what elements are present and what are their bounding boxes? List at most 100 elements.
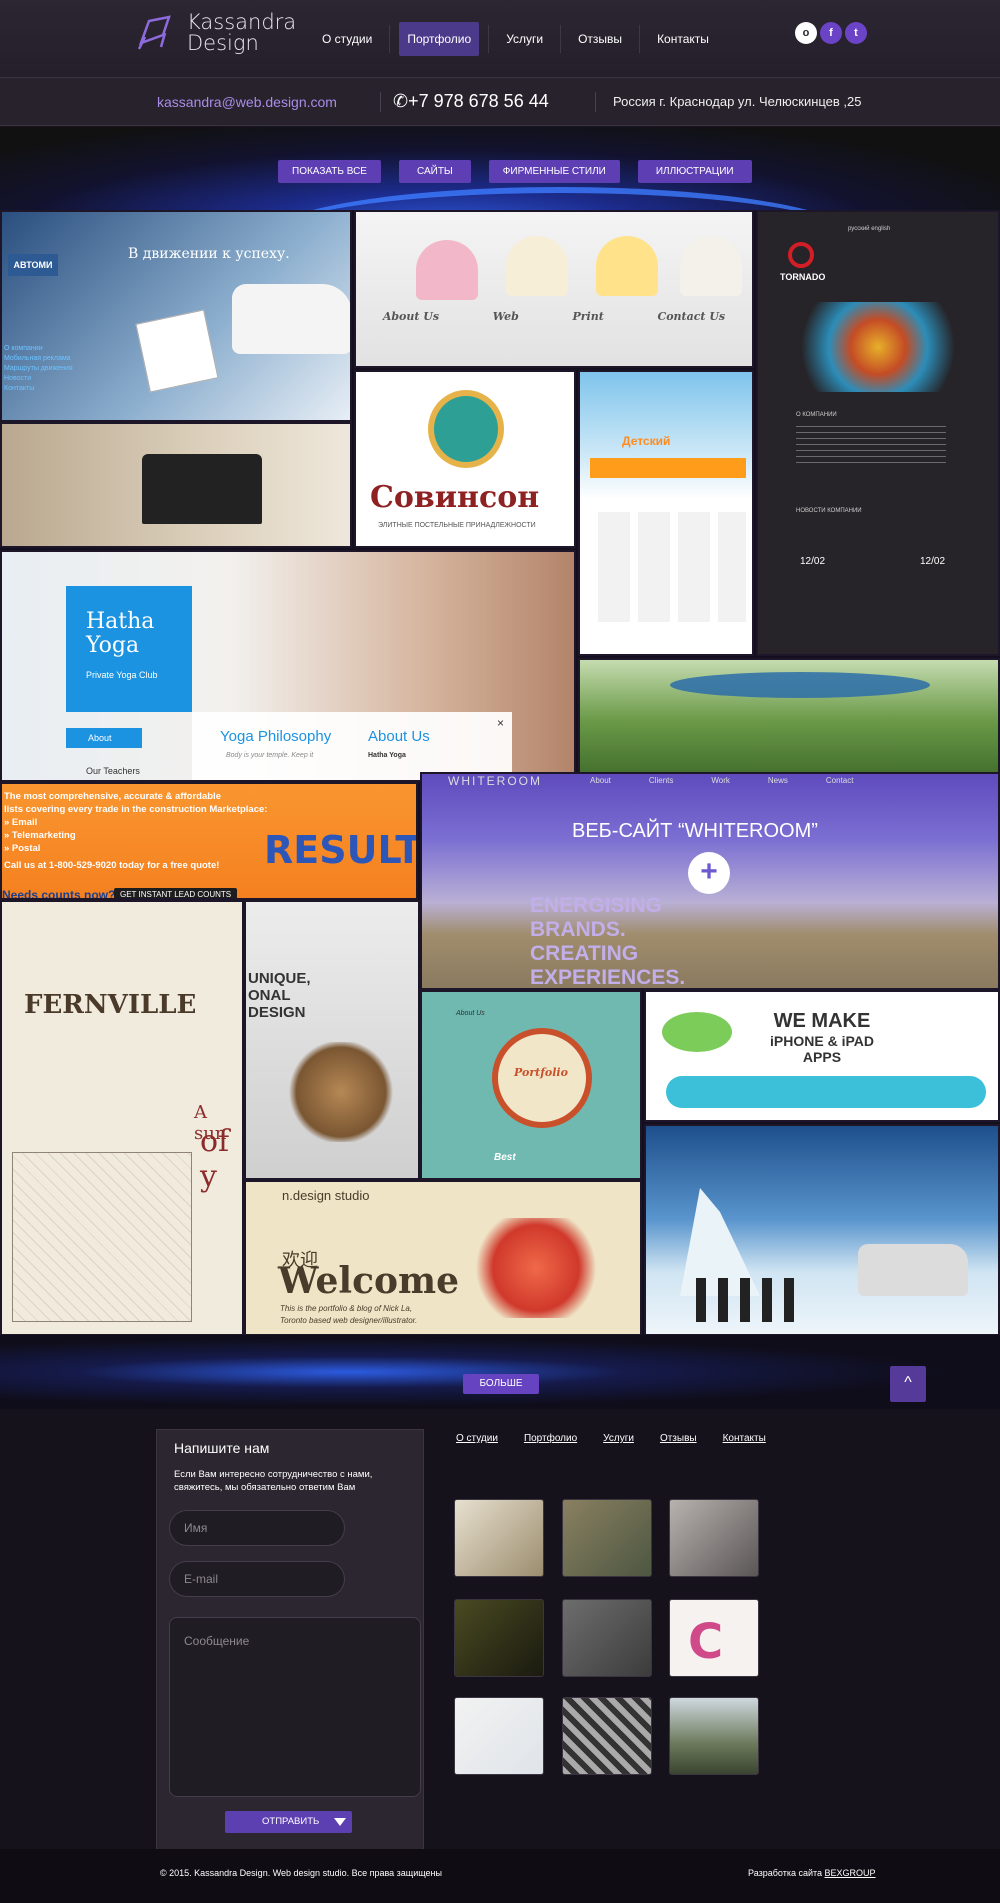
odnoklassniki-icon[interactable]: о bbox=[795, 22, 817, 44]
portfolio-item-results[interactable]: The most comprehensive, accurate & affor… bbox=[0, 782, 418, 900]
portfolio-item-forest-banner[interactable] bbox=[578, 658, 1000, 782]
contact-form: Напишите нам Если Вам интересно сотрудни… bbox=[156, 1429, 424, 1859]
portfolio-item-octopus[interactable]: UNIQUE, ONAL DESIGN bbox=[244, 900, 420, 1180]
filter-brand-identity[interactable]: ФИРМЕННЫЕ СТИЛИ bbox=[488, 160, 620, 183]
lead-counts-button[interactable]: GET INSTANT LEAD COUNTS bbox=[114, 888, 238, 898]
gallery-thumb[interactable] bbox=[562, 1599, 652, 1677]
nav-item-portfolio[interactable]: Портфолио bbox=[399, 22, 480, 56]
gallery-thumb[interactable] bbox=[669, 1499, 759, 1577]
menu-link[interactable]: Мобильная реклама bbox=[4, 354, 73, 364]
chair-logo-icon bbox=[137, 15, 171, 50]
nav-item-studio[interactable]: О студии bbox=[314, 22, 380, 56]
portfolio-item-whiteroom[interactable]: WHITEROOM About Clients Work News Contac… bbox=[420, 772, 1000, 990]
gallery-thumb[interactable] bbox=[562, 1499, 652, 1577]
portfolio-item-retro-badges[interactable]: Portfolio About Us Best bbox=[420, 990, 642, 1180]
avtomir-logo: АВТОМИ bbox=[8, 254, 58, 276]
results-needs: Needs counts now? bbox=[2, 888, 116, 900]
cupcake-labels: About Us Web Print Contact Us bbox=[356, 310, 752, 323]
iphone-line: APPS bbox=[802, 1049, 842, 1065]
gallery-thumb[interactable] bbox=[669, 1697, 759, 1775]
whiteroom-nav-item[interactable]: Contact bbox=[826, 776, 854, 785]
hatha-about-button[interactable]: About bbox=[66, 728, 142, 748]
footer-nav-portfolio[interactable]: Портфолио bbox=[524, 1433, 577, 1444]
nav-item-reviews[interactable]: Отзывы bbox=[570, 22, 630, 56]
portfolio-item-cupcakes[interactable]: About Us Web Print Contact Us bbox=[354, 210, 754, 368]
menu-link[interactable]: О компании bbox=[4, 344, 73, 354]
portfolio-item-iphone-apps[interactable]: WE MAKE iPHONE & iPAD APPS bbox=[644, 990, 1000, 1122]
whiteroom-nav-item[interactable]: About bbox=[590, 776, 611, 785]
contact-email[interactable]: kassandra@web.design.com bbox=[157, 94, 337, 110]
email-field[interactable]: E-mail bbox=[169, 1561, 345, 1597]
letter-c-icon: C bbox=[688, 1614, 724, 1670]
gallery-thumb[interactable]: C bbox=[669, 1599, 759, 1677]
main-nav: О студии Портфолио Услуги Отзывы Контакт… bbox=[305, 22, 726, 56]
load-more-band: БОЛЬШЕ ^ bbox=[0, 1335, 1000, 1409]
send-button[interactable]: ОТПРАВИТЬ bbox=[225, 1811, 352, 1833]
facebook-icon[interactable]: f bbox=[820, 22, 842, 44]
portfolio-item-sovinson[interactable]: Совинсон ЭЛИТНЫЕ ПОСТЕЛЬНЫЕ ПРИНАДЛЕЖНОС… bbox=[354, 370, 576, 548]
portfolio-item-avtomir[interactable]: АВТОМИ В движении к успеху. О компании М… bbox=[0, 210, 352, 422]
footer-nav-services[interactable]: Услуги bbox=[603, 1433, 634, 1444]
fernville-title: FERNVILLE bbox=[24, 990, 197, 1020]
octopus-text: UNIQUE, ONAL DESIGN bbox=[248, 970, 311, 1021]
yoga-philosophy[interactable]: Yoga Philosophy bbox=[220, 728, 331, 745]
portfolio-item-hatha-yoga[interactable]: Hatha Yoga Private Yoga Club About Our T… bbox=[0, 550, 576, 782]
cupcake-4 bbox=[680, 236, 742, 296]
nav-item-services[interactable]: Услуги bbox=[498, 22, 551, 56]
portfolio-item-tornado[interactable]: русский english TORNADO О КОМПАНИИ НОВОС… bbox=[756, 210, 1000, 656]
portfolio-item-train-sketch[interactable] bbox=[0, 422, 352, 548]
cupcake-3 bbox=[596, 236, 658, 296]
koi-fish-illustration bbox=[466, 1218, 606, 1318]
footer-nav-studio[interactable]: О студии bbox=[456, 1433, 498, 1444]
gallery-thumb[interactable] bbox=[454, 1697, 544, 1775]
hero-band: ПОКАЗАТЬ ВСЕ САЙТЫ ФИРМЕННЫЕ СТИЛИ ИЛЛЮС… bbox=[0, 127, 1000, 210]
twitter-icon[interactable]: t bbox=[845, 22, 867, 44]
contact-phone[interactable]: ✆+7 978 678 56 44 bbox=[393, 91, 549, 112]
filter-illustrations[interactable]: ИЛЛЮСТРАЦИИ bbox=[637, 160, 752, 183]
divider bbox=[380, 92, 381, 112]
logo[interactable]: Kassandra Design bbox=[135, 12, 296, 54]
results-line: lists covering every trade in the constr… bbox=[4, 804, 268, 815]
lang-ru[interactable]: русский bbox=[848, 226, 870, 232]
message-field[interactable]: Сообщение bbox=[169, 1617, 421, 1797]
results-word: RESULTS bbox=[264, 828, 416, 872]
portfolio-item-fernville[interactable]: FERNVILLE A sun of y bbox=[0, 900, 244, 1336]
menu-link[interactable]: Маршруты движения bbox=[4, 364, 73, 374]
scroll-top-button[interactable]: ^ bbox=[890, 1366, 926, 1402]
whiteroom-nav-item[interactable]: Clients bbox=[649, 776, 673, 785]
filter-show-all[interactable]: ПОКАЗАТЬ ВСЕ bbox=[278, 160, 381, 183]
avtomir-van bbox=[232, 284, 350, 354]
slogan-line: CREATING bbox=[530, 942, 639, 965]
gallery-thumb[interactable] bbox=[562, 1697, 652, 1775]
gallery-thumb[interactable] bbox=[454, 1599, 544, 1677]
footer-nav-reviews[interactable]: Отзывы bbox=[660, 1433, 697, 1444]
filter-sites[interactable]: САЙТЫ bbox=[398, 160, 471, 183]
whiteroom-nav-item[interactable]: Work bbox=[711, 776, 730, 785]
nav-item-contacts[interactable]: Контакты bbox=[649, 22, 717, 56]
developer-link[interactable]: BEXGROUP bbox=[825, 1868, 876, 1878]
whiteroom-nav-item[interactable]: News bbox=[768, 776, 788, 785]
yoga-about-us[interactable]: About Us bbox=[368, 728, 430, 745]
load-more-button[interactable]: БОЛЬШЕ bbox=[463, 1374, 539, 1394]
portfolio-item-kids-store[interactable]: Детский bbox=[578, 370, 754, 656]
footer-nav-contacts[interactable]: Контакты bbox=[723, 1433, 766, 1444]
menu-link[interactable]: Контакты bbox=[4, 384, 73, 394]
gallery-thumb[interactable] bbox=[454, 1499, 544, 1577]
menu-link[interactable]: Новости bbox=[4, 374, 73, 384]
avtomir-slogan: В движении к успеху. bbox=[128, 246, 290, 262]
results-line: » Email bbox=[4, 817, 38, 828]
hatha-teachers[interactable]: Our Teachers bbox=[86, 766, 140, 776]
cupcake-label: About Us bbox=[382, 310, 440, 323]
divider bbox=[595, 92, 596, 112]
slogan-line: EXPERIENCES. bbox=[530, 966, 686, 989]
plus-icon[interactable]: + bbox=[688, 852, 730, 894]
close-icon[interactable]: × bbox=[497, 716, 504, 730]
portfolio-item-ndesign-welcome[interactable]: n.design studio 欢迎 Welcome This is the p… bbox=[244, 1180, 642, 1336]
lang-en[interactable]: english bbox=[871, 226, 890, 232]
slogan-line: BRANDS. bbox=[530, 918, 626, 941]
portfolio-item-car-penguins[interactable] bbox=[644, 1124, 1000, 1336]
logo-line1: Kassandra bbox=[187, 10, 297, 34]
nav-separator bbox=[488, 25, 490, 53]
hatha-logo-box: Hatha Yoga Private Yoga Club bbox=[66, 586, 192, 712]
name-field[interactable]: Имя bbox=[169, 1510, 345, 1546]
